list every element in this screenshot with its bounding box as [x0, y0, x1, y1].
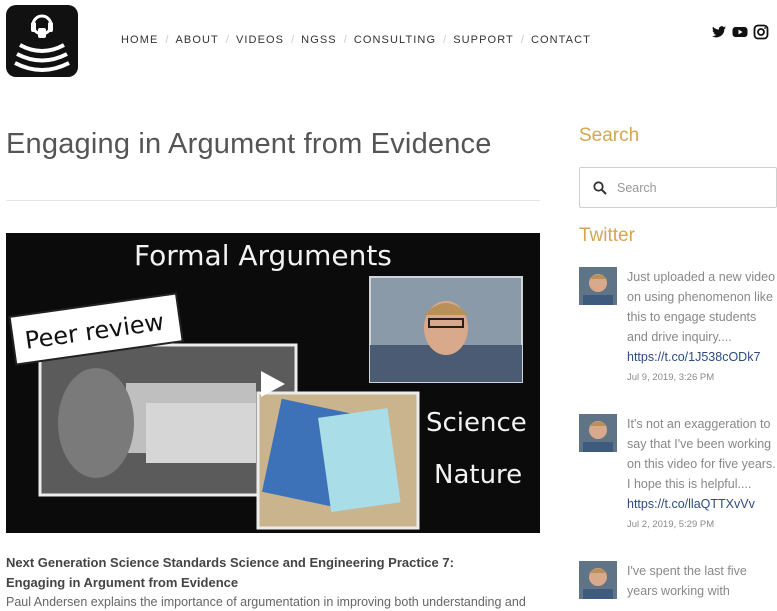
nav-support[interactable]: SUPPORT: [453, 34, 514, 46]
nature-label: Nature: [434, 460, 522, 490]
nav-about[interactable]: ABOUT: [175, 34, 218, 46]
youtube-icon[interactable]: [732, 24, 748, 40]
tweet-text-line: on this video for five years.: [627, 457, 776, 471]
page-title: Engaging in Argument from Evidence: [6, 128, 492, 160]
science-label: Science: [426, 408, 527, 438]
twitter-icon[interactable]: [711, 24, 727, 40]
search-title: Search: [579, 125, 640, 146]
search-input[interactable]: [615, 179, 759, 196]
search-box[interactable]: [579, 167, 777, 208]
tweet-text-line: It's not an exaggeration to: [627, 417, 771, 431]
tweet-date[interactable]: Jul 2, 2019, 5:29 PM: [627, 519, 777, 531]
presenter-webcam: [369, 276, 523, 383]
main-nav: HOME / ABOUT / VIDEOS / NGSS / CONSULTIN…: [121, 33, 591, 47]
video-description: Next Generation Science Standards Scienc…: [6, 553, 540, 611]
tweet-text-line: say that I've been working: [627, 437, 772, 451]
tweet-text-line: I hope this is helpful....: [627, 477, 752, 491]
title-divider: [6, 200, 540, 201]
nav-videos[interactable]: VIDEOS: [236, 34, 284, 46]
nav-separator: /: [343, 34, 347, 46]
social-links: [711, 24, 769, 40]
avatar[interactable]: [579, 267, 617, 305]
description-body: Paul Andersen explains the importance of…: [6, 595, 526, 609]
avatar[interactable]: [579, 561, 617, 599]
nav-contact[interactable]: CONTACT: [531, 34, 591, 46]
twitter-title: Twitter: [579, 225, 635, 246]
nav-separator: /: [165, 34, 169, 46]
nav-consulting[interactable]: CONSULTING: [354, 34, 436, 46]
tweet-text-line: years working with: [627, 584, 730, 598]
nav-ngss[interactable]: NGSS: [301, 34, 337, 46]
tweet-text-line: and drive inquiry....: [627, 330, 732, 344]
nav-separator: /: [443, 34, 447, 46]
tweet-date[interactable]: Jul 9, 2019, 3:26 PM: [627, 372, 777, 384]
video-heading: Formal Arguments: [134, 239, 392, 272]
search-icon: [593, 180, 607, 195]
video-player[interactable]: Formal Arguments Peer review Science Nat…: [6, 233, 540, 533]
headphones-logo-icon: [14, 14, 70, 72]
nav-separator: /: [291, 34, 295, 46]
avatar[interactable]: [579, 414, 617, 452]
nav-home[interactable]: HOME: [121, 34, 158, 46]
tweet-link[interactable]: https://t.co/1J538cODk7: [627, 347, 777, 367]
tweet-text-line: on using phenomenon like: [627, 290, 773, 304]
site-logo[interactable]: [6, 5, 78, 77]
description-heading-line1: Next Generation Science Standards Scienc…: [6, 555, 454, 570]
nav-separator: /: [520, 34, 524, 46]
tweet-link[interactable]: https://t.co/llaQTTXvVv: [627, 494, 777, 514]
journals-photo: [256, 391, 420, 530]
nav-separator: /: [225, 34, 229, 46]
tweet-text-line: this to engage students: [627, 310, 757, 324]
tweet-text-line: I've spent the last five: [627, 564, 747, 578]
description-heading-line2: Engaging in Argument from Evidence: [6, 575, 239, 590]
tweet-text-line: Just uploaded a new video: [627, 270, 776, 284]
instagram-icon[interactable]: [753, 24, 769, 40]
